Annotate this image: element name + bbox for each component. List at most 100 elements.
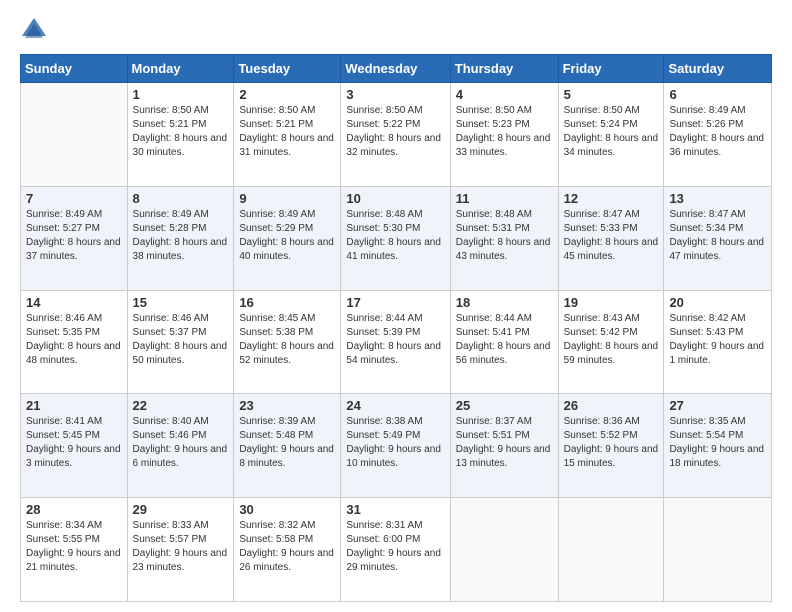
calendar-cell: 24Sunrise: 8:38 AMSunset: 5:49 PMDayligh… — [341, 394, 450, 498]
calendar: SundayMondayTuesdayWednesdayThursdayFrid… — [20, 54, 772, 602]
header — [20, 16, 772, 44]
calendar-cell: 20 Sunrise: 8:42 AMSunset: 5:43 PMDayligh… — [664, 290, 772, 394]
day-info: Sunrise: 8:43 AMSunset: 5:42 PMDaylight:… — [564, 312, 659, 368]
weekday-header-row: SundayMondayTuesdayWednesdayThursdayFrid… — [21, 55, 772, 83]
calendar-cell: 15 Sunrise: 8:46 AMSunset: 5:37 PMDayligh… — [127, 290, 234, 394]
day-number: 21 — [26, 398, 122, 413]
day-info: Sunrise: 8:50 AMSunset: 5:21 PMDaylight:… — [133, 104, 229, 160]
calendar-cell: 18 Sunrise: 8:44 AMSunset: 5:41 PMDayligh… — [450, 290, 558, 394]
day-number: 9 — [239, 191, 335, 206]
day-number: 15 — [133, 295, 229, 310]
weekday-header-thursday: Thursday — [450, 55, 558, 83]
day-info: Sunrise: 8:46 AMSunset: 5:35 PMDaylight:… — [26, 312, 122, 368]
day-info: Sunrise: 8:47 AMSunset: 5:33 PMDaylight:… — [564, 208, 659, 264]
week-row-2: 7 Sunrise: 8:49 AMSunset: 5:27 PMDaylight… — [21, 186, 772, 290]
day-info: Sunrise: 8:48 AMSunset: 5:31 PMDaylight:… — [456, 208, 553, 264]
day-number: 7 — [26, 191, 122, 206]
calendar-cell: 13 Sunrise: 8:47 AMSunset: 5:34 PMDayligh… — [664, 186, 772, 290]
day-info: Sunrise: 8:46 AMSunset: 5:37 PMDaylight:… — [133, 312, 229, 368]
day-number: 6 — [669, 87, 766, 102]
day-info: Sunrise: 8:50 AMSunset: 5:24 PMDaylight:… — [564, 104, 659, 160]
day-number: 1 — [133, 87, 229, 102]
day-info: Sunrise: 8:50 AMSunset: 5:23 PMDaylight:… — [456, 104, 553, 160]
day-number: 8 — [133, 191, 229, 206]
day-number: 11 — [456, 191, 553, 206]
weekday-header-tuesday: Tuesday — [234, 55, 341, 83]
week-row-3: 14 Sunrise: 8:46 AMSunset: 5:35 PMDayligh… — [21, 290, 772, 394]
calendar-cell: 12 Sunrise: 8:47 AMSunset: 5:33 PMDayligh… — [558, 186, 664, 290]
calendar-cell: 29 Sunrise: 8:33 AMSunset: 5:57 PMDayligh… — [127, 498, 234, 602]
calendar-cell — [21, 83, 128, 187]
day-number: 26 — [564, 398, 659, 413]
calendar-cell: 9 Sunrise: 8:49 AMSunset: 5:29 PMDaylight… — [234, 186, 341, 290]
day-number: 14 — [26, 295, 122, 310]
day-number: 2 — [239, 87, 335, 102]
day-number: 29 — [133, 502, 229, 517]
day-info: Sunrise: 8:44 AMSunset: 5:41 PMDaylight:… — [456, 312, 553, 368]
calendar-cell: 31Sunrise: 8:31 AMSunset: 6:00 PMDayligh… — [341, 498, 450, 602]
calendar-cell — [450, 498, 558, 602]
logo-icon — [20, 16, 48, 44]
day-number: 27 — [669, 398, 766, 413]
day-info: Sunrise: 8:50 AMSunset: 5:21 PMDaylight:… — [239, 104, 335, 160]
calendar-cell: 19 Sunrise: 8:43 AMSunset: 5:42 PMDayligh… — [558, 290, 664, 394]
calendar-cell: 8 Sunrise: 8:49 AMSunset: 5:28 PMDaylight… — [127, 186, 234, 290]
day-number: 12 — [564, 191, 659, 206]
day-number: 20 — [669, 295, 766, 310]
day-info: Sunrise: 8:44 AMSunset: 5:39 PMDaylight:… — [346, 312, 444, 368]
calendar-cell: 2 Sunrise: 8:50 AMSunset: 5:21 PMDaylight… — [234, 83, 341, 187]
day-info: Sunrise: 8:45 AMSunset: 5:38 PMDaylight:… — [239, 312, 335, 368]
day-number: 16 — [239, 295, 335, 310]
weekday-header-friday: Friday — [558, 55, 664, 83]
day-info: Sunrise: 8:49 AMSunset: 5:28 PMDaylight:… — [133, 208, 229, 264]
day-number: 22 — [133, 398, 229, 413]
day-number: 25 — [456, 398, 553, 413]
calendar-cell: 16 Sunrise: 8:45 AMSunset: 5:38 PMDayligh… — [234, 290, 341, 394]
day-info: Sunrise: 8:39 AMSunset: 5:48 PMDaylight:… — [239, 415, 335, 471]
day-info: Sunrise: 8:33 AMSunset: 5:57 PMDaylight:… — [133, 519, 229, 575]
calendar-cell — [664, 498, 772, 602]
day-number: 19 — [564, 295, 659, 310]
day-number: 13 — [669, 191, 766, 206]
day-info: Sunrise: 8:47 AMSunset: 5:34 PMDaylight:… — [669, 208, 766, 264]
calendar-cell: 3 Sunrise: 8:50 AMSunset: 5:22 PMDaylight… — [341, 83, 450, 187]
day-info: Sunrise: 8:49 AMSunset: 5:26 PMDaylight:… — [669, 104, 766, 160]
page: SundayMondayTuesdayWednesdayThursdayFrid… — [0, 0, 792, 612]
calendar-cell: 22Sunrise: 8:40 AMSunset: 5:46 PMDayligh… — [127, 394, 234, 498]
day-info: Sunrise: 8:42 AMSunset: 5:43 PMDaylight:… — [669, 312, 766, 368]
day-number: 28 — [26, 502, 122, 517]
calendar-cell: 23 Sunrise: 8:39 AMSunset: 5:48 PMDayligh… — [234, 394, 341, 498]
day-number: 23 — [239, 398, 335, 413]
calendar-cell: 11 Sunrise: 8:48 AMSunset: 5:31 PMDayligh… — [450, 186, 558, 290]
day-info: Sunrise: 8:48 AMSunset: 5:30 PMDaylight:… — [346, 208, 444, 264]
calendar-cell: 27Sunrise: 8:35 AMSunset: 5:54 PMDayligh… — [664, 394, 772, 498]
logo — [20, 16, 52, 44]
weekday-header-wednesday: Wednesday — [341, 55, 450, 83]
calendar-cell: 5Sunrise: 8:50 AMSunset: 5:24 PMDaylight… — [558, 83, 664, 187]
calendar-cell: 25 Sunrise: 8:37 AMSunset: 5:51 PMDayligh… — [450, 394, 558, 498]
calendar-cell: 26Sunrise: 8:36 AMSunset: 5:52 PMDayligh… — [558, 394, 664, 498]
day-info: Sunrise: 8:37 AMSunset: 5:51 PMDaylight:… — [456, 415, 553, 471]
week-row-1: 1 Sunrise: 8:50 AMSunset: 5:21 PMDaylight… — [21, 83, 772, 187]
day-number: 3 — [346, 87, 444, 102]
day-info: Sunrise: 8:50 AMSunset: 5:22 PMDaylight:… — [346, 104, 444, 160]
day-number: 31 — [346, 502, 444, 517]
day-number: 30 — [239, 502, 335, 517]
day-info: Sunrise: 8:41 AMSunset: 5:45 PMDaylight:… — [26, 415, 122, 471]
weekday-header-saturday: Saturday — [664, 55, 772, 83]
day-info: Sunrise: 8:49 AMSunset: 5:29 PMDaylight:… — [239, 208, 335, 264]
weekday-header-sunday: Sunday — [21, 55, 128, 83]
day-number: 10 — [346, 191, 444, 206]
calendar-cell: 28 Sunrise: 8:34 AMSunset: 5:55 PMDayligh… — [21, 498, 128, 602]
calendar-cell: 4 Sunrise: 8:50 AMSunset: 5:23 PMDaylight… — [450, 83, 558, 187]
day-info: Sunrise: 8:32 AMSunset: 5:58 PMDaylight:… — [239, 519, 335, 575]
day-number: 18 — [456, 295, 553, 310]
day-info: Sunrise: 8:34 AMSunset: 5:55 PMDaylight:… — [26, 519, 122, 575]
calendar-cell: 7 Sunrise: 8:49 AMSunset: 5:27 PMDaylight… — [21, 186, 128, 290]
calendar-cell: 1 Sunrise: 8:50 AMSunset: 5:21 PMDaylight… — [127, 83, 234, 187]
calendar-cell: 14 Sunrise: 8:46 AMSunset: 5:35 PMDayligh… — [21, 290, 128, 394]
day-info: Sunrise: 8:49 AMSunset: 5:27 PMDaylight:… — [26, 208, 122, 264]
calendar-cell: 6 Sunrise: 8:49 AMSunset: 5:26 PMDaylight… — [664, 83, 772, 187]
day-number: 4 — [456, 87, 553, 102]
calendar-cell — [558, 498, 664, 602]
